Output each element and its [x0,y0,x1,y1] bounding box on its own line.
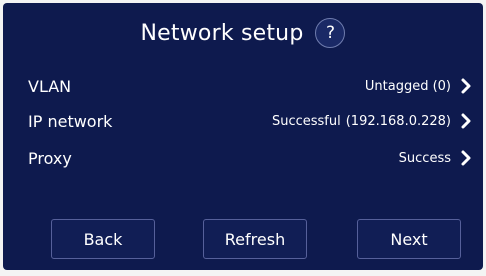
refresh-button[interactable]: Refresh [203,219,307,259]
ip-network-row[interactable]: IP network Successful (192.168.0.228) [28,106,475,136]
proxy-label: Proxy [28,148,72,168]
proxy-row[interactable]: Proxy Success [28,143,475,173]
chevron-right-icon[interactable] [457,149,475,167]
vlan-label: VLAN [28,76,72,96]
next-button[interactable]: Next [357,219,461,259]
chevron-right-icon[interactable] [457,77,475,95]
network-setup-screen: Network setup ? VLAN Untagged (0) IP net… [3,3,483,270]
back-button[interactable]: Back [51,219,155,259]
proxy-status: Success [398,150,451,166]
ip-network-status: Successful [271,113,341,129]
page-title: Network setup [140,20,304,46]
ip-network-status-group: Successful (192.168.0.228) [272,112,475,130]
ip-network-label: IP network [28,111,113,131]
help-button[interactable]: ? [315,18,346,48]
ip-address: (192.168.0.228) [345,113,451,129]
vlan-row[interactable]: VLAN Untagged (0) [28,71,475,101]
chevron-right-icon[interactable] [457,112,475,130]
vlan-status: Untagged (0) [364,78,451,94]
header: Network setup ? [3,13,483,53]
proxy-status-group: Success [399,149,475,167]
vlan-status-group: Untagged (0) [365,77,475,95]
help-icon: ? [325,23,335,43]
